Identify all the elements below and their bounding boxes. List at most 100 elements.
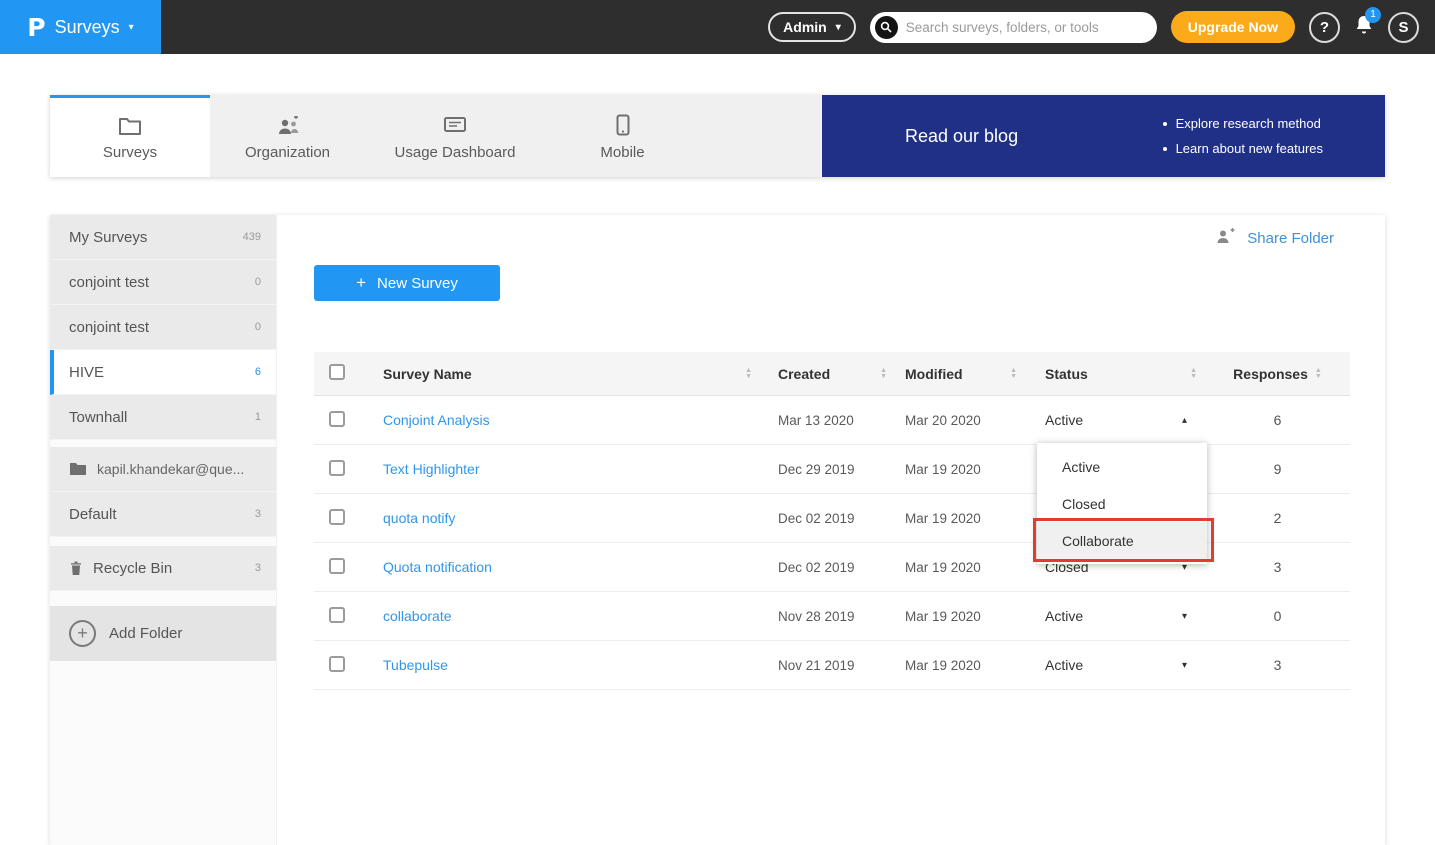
logo-icon: P — [27, 13, 45, 42]
sidebar-item-townhall[interactable]: Townhall 1 — [50, 395, 276, 440]
created-cell: Dec 02 2019 — [760, 511, 895, 526]
plus-circle-icon: + — [69, 620, 96, 647]
status-option-active[interactable]: Active — [1037, 448, 1207, 485]
notifications-button[interactable]: 1 — [1354, 14, 1374, 41]
survey-name-link[interactable]: quota notify — [383, 510, 455, 526]
survey-name-link[interactable]: Conjoint Analysis — [383, 412, 490, 428]
created-cell: Nov 21 2019 — [760, 658, 895, 673]
dashboard-icon — [443, 114, 467, 136]
tab-label: Mobile — [600, 144, 644, 161]
caret-up-icon: ▴ — [1182, 415, 1187, 426]
sort-icon[interactable]: ▲▼ — [1190, 368, 1197, 380]
folder-icon — [118, 114, 142, 136]
search-input[interactable] — [906, 20, 1147, 35]
status-option-closed[interactable]: Closed — [1037, 485, 1207, 522]
tab-mobile[interactable]: Mobile — [545, 95, 700, 177]
row-checkbox[interactable] — [329, 558, 345, 574]
topbar-right: Admin ▾ Upgrade Now ? 1 S — [768, 0, 1435, 54]
modified-cell: Mar 19 2020 — [895, 462, 1025, 477]
row-checkbox[interactable] — [329, 656, 345, 672]
folder-count: 0 — [255, 321, 261, 333]
responses-cell: 3 — [1205, 657, 1350, 673]
folder-count: 3 — [255, 508, 261, 520]
sidebar-item-recycle-bin[interactable]: Recycle Bin 3 — [50, 546, 276, 591]
sort-icon[interactable]: ▲▼ — [1315, 368, 1322, 380]
upgrade-now-button[interactable]: Upgrade Now — [1171, 11, 1295, 43]
modified-cell: Mar 19 2020 — [895, 511, 1025, 526]
status-dropdown-trigger[interactable]: Active ▴ — [1025, 412, 1205, 428]
row-checkbox[interactable] — [329, 607, 345, 623]
sidebar-item-hive[interactable]: HIVE 6 — [50, 350, 276, 395]
caret-down-icon: ▾ — [1182, 660, 1187, 671]
table-row: collaborate Nov 28 2019 Mar 19 2020 Acti… — [314, 592, 1350, 641]
plus-icon: + — [356, 273, 366, 293]
modified-cell: Mar 20 2020 — [895, 413, 1025, 428]
select-all-checkbox[interactable] — [329, 364, 345, 380]
tab-usage-dashboard[interactable]: Usage Dashboard — [365, 95, 545, 177]
survey-name-link[interactable]: Text Highlighter — [383, 461, 480, 477]
banner-bullet: Explore research method — [1163, 116, 1323, 131]
folder-count: 0 — [255, 276, 261, 288]
row-checkbox[interactable] — [329, 509, 345, 525]
modified-cell: Mar 19 2020 — [895, 609, 1025, 624]
add-folder-label: Add Folder — [109, 625, 182, 642]
folder-label: Default — [69, 506, 117, 523]
created-cell: Nov 28 2019 — [760, 609, 895, 624]
sort-icon[interactable]: ▲▼ — [745, 368, 752, 380]
folder-count: 6 — [255, 366, 261, 378]
caret-down-icon: ▾ — [1182, 611, 1187, 622]
responses-cell: 3 — [1205, 559, 1350, 575]
add-folder-button[interactable]: + Add Folder — [50, 606, 276, 661]
chevron-down-icon: ▾ — [129, 22, 134, 33]
sort-icon[interactable]: ▲▼ — [1010, 368, 1017, 380]
status-dropdown-trigger[interactable]: Active ▾ — [1025, 608, 1205, 624]
banner-bullet-text: Explore research method — [1176, 116, 1321, 131]
avatar[interactable]: S — [1388, 12, 1419, 43]
admin-menu[interactable]: Admin ▾ — [768, 12, 856, 42]
status-option-collaborate[interactable]: Collaborate — [1037, 522, 1207, 559]
folder-sidebar: My Surveys 439 conjoint test 0 conjoint … — [50, 215, 277, 845]
person-add-icon — [1215, 228, 1237, 248]
modified-cell: Mar 19 2020 — [895, 658, 1025, 673]
share-folder-button[interactable]: Share Folder — [1215, 228, 1334, 248]
read-blog-link[interactable]: Read our blog — [905, 126, 1018, 147]
survey-name-link[interactable]: Quota notification — [383, 559, 492, 575]
share-folder-label: Share Folder — [1247, 230, 1334, 247]
sidebar-item-conjoint-test-1[interactable]: conjoint test 0 — [50, 260, 276, 305]
new-survey-label: New Survey — [377, 275, 458, 292]
help-label: ? — [1320, 19, 1329, 36]
shared-folder-icon — [69, 462, 87, 476]
product-menu[interactable]: P Surveys ▾ — [0, 0, 161, 54]
row-checkbox[interactable] — [329, 460, 345, 476]
product-menu-label: Surveys — [55, 17, 120, 38]
folder-label: Townhall — [69, 409, 127, 426]
sidebar-item-my-surveys[interactable]: My Surveys 439 — [50, 215, 276, 260]
folder-label: Recycle Bin — [93, 560, 172, 577]
blog-banner: Read our blog Explore research method Le… — [822, 95, 1385, 177]
sidebar-item-shared-folder[interactable]: kapil.khandekar@que... — [50, 447, 276, 492]
header-modified: Modified — [905, 366, 963, 382]
status-dropdown-menu: Active Closed Collaborate — [1037, 443, 1207, 564]
responses-cell: 9 — [1205, 461, 1350, 477]
folder-count: 3 — [255, 562, 261, 574]
table-header-row: Survey Name ▲▼ Created ▲▼ Modified ▲▼ St… — [314, 352, 1350, 396]
tab-label: Surveys — [103, 144, 157, 161]
survey-name-link[interactable]: collaborate — [383, 608, 452, 624]
header-responses: Responses — [1233, 366, 1308, 382]
tab-label: Organization — [245, 144, 330, 161]
responses-cell: 0 — [1205, 608, 1350, 624]
survey-name-link[interactable]: Tubepulse — [383, 657, 448, 673]
sort-icon[interactable]: ▲▼ — [880, 368, 887, 380]
tab-surveys[interactable]: Surveys — [50, 95, 210, 177]
new-survey-button[interactable]: + New Survey — [314, 265, 500, 301]
sidebar-item-conjoint-test-2[interactable]: conjoint test 0 — [50, 305, 276, 350]
sidebar-item-default[interactable]: Default 3 — [50, 492, 276, 537]
search-icon — [875, 16, 898, 39]
tab-organization[interactable]: Organization — [210, 95, 365, 177]
people-add-icon — [275, 114, 301, 136]
created-cell: Dec 02 2019 — [760, 560, 895, 575]
help-button[interactable]: ? — [1309, 12, 1340, 43]
avatar-letter: S — [1398, 19, 1408, 36]
status-dropdown-trigger[interactable]: Active ▾ — [1025, 657, 1205, 673]
row-checkbox[interactable] — [329, 411, 345, 427]
